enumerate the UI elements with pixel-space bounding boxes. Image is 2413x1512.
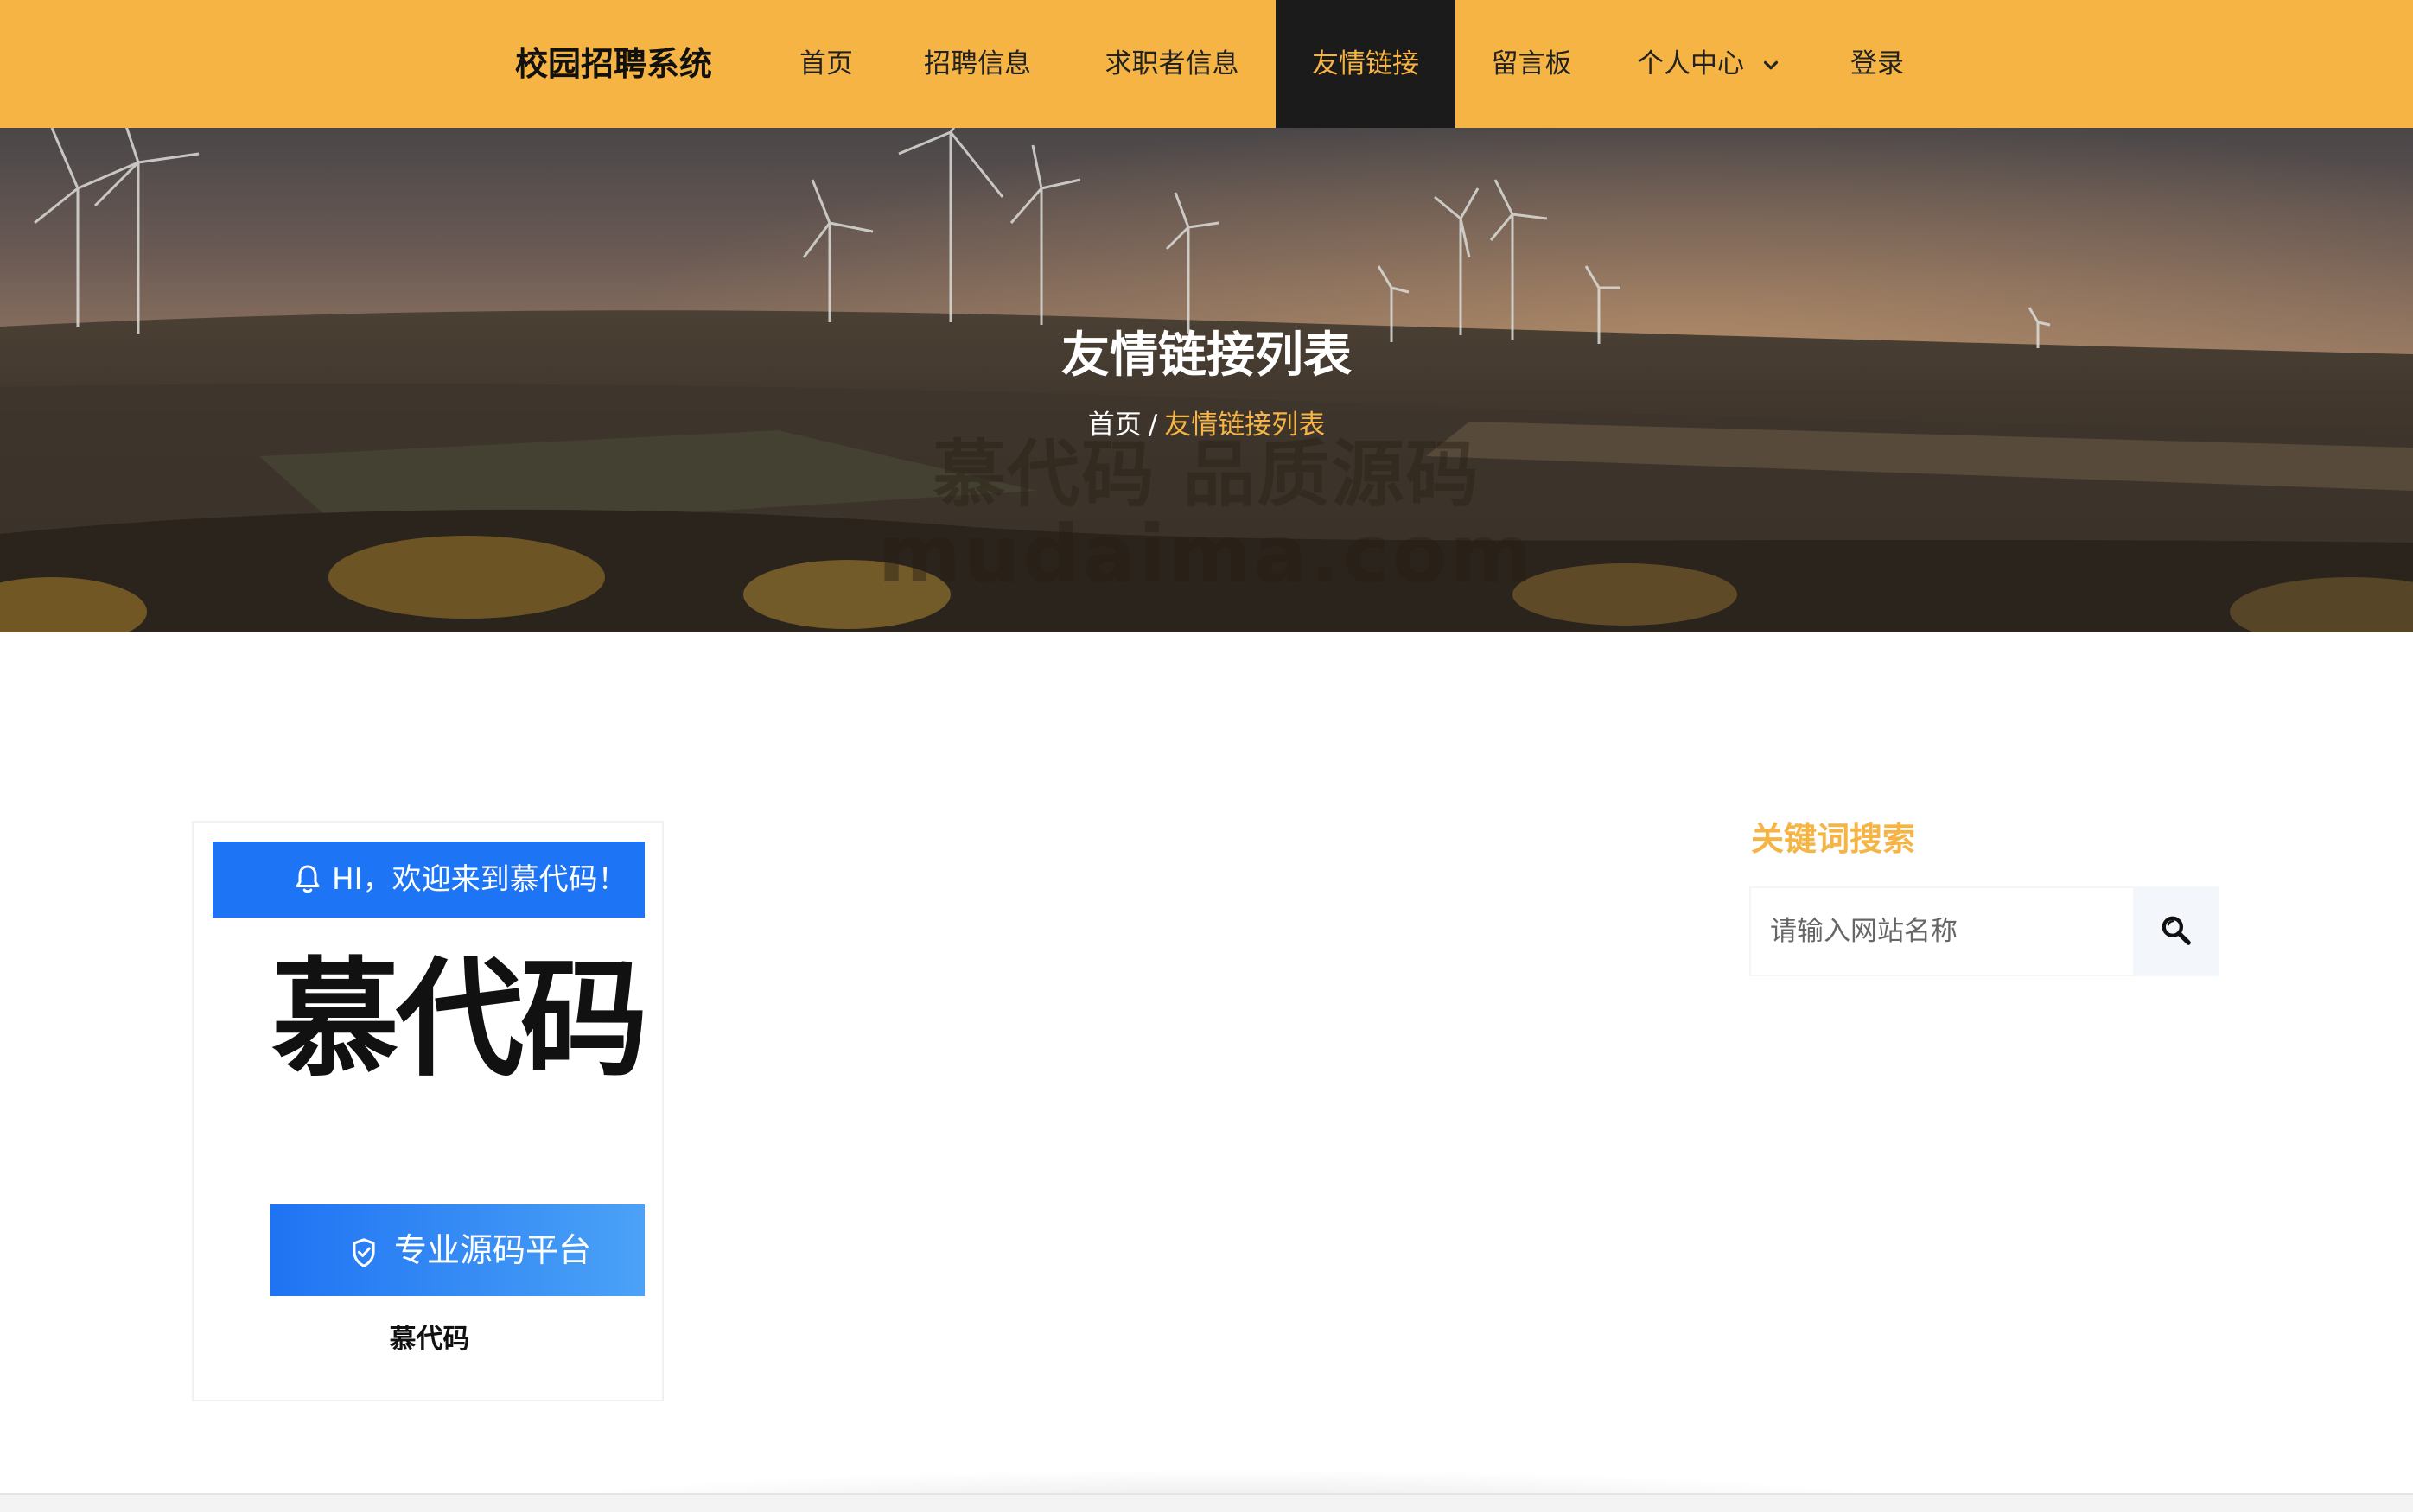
nav-item-label: 登录 xyxy=(1850,48,1904,79)
bell-icon xyxy=(296,865,320,893)
footer-edge xyxy=(0,1493,2413,1512)
nav-item-personal-center[interactable]: 个人中心 xyxy=(1630,0,1787,128)
nav-item-label: 求职者信息 xyxy=(1105,48,1239,79)
nav-item-label: 留言板 xyxy=(1491,48,1572,79)
nav-item-label: 个人中心 xyxy=(1637,48,1745,79)
nav-item-label: 招聘信息 xyxy=(924,48,1031,79)
watermark-line-2: mudaima.com xyxy=(877,508,1536,600)
slogan-banner: 专业源码平台 xyxy=(270,1204,645,1296)
friend-link-image[interactable]: HI，欢迎来到慕代码！ 慕代码 专业源码平台 xyxy=(213,842,645,1296)
chevron-down-icon xyxy=(1763,60,1778,69)
site-brand[interactable]: 校园招聘系统 xyxy=(515,0,712,128)
slogan-text: 专业源码平台 xyxy=(394,1231,592,1269)
friend-link-card[interactable]: HI，欢迎来到慕代码！ 慕代码 专业源码平台 慕代码 xyxy=(192,821,664,1401)
search-input[interactable] xyxy=(1749,886,2133,976)
search-icon xyxy=(2162,916,2191,945)
watermark-line-1: 慕代码 品质源码 xyxy=(933,432,1480,517)
page-title: 友情链接列表 xyxy=(1061,327,1352,384)
welcome-text: HI，欢迎来到慕代码！ xyxy=(332,862,627,897)
nav-item-label: 首页 xyxy=(799,48,853,79)
nav-item-friend-links[interactable]: 友情链接 xyxy=(1276,0,1455,128)
logo-wordmark: 慕代码 xyxy=(271,945,645,1094)
hero-banner: 友情链接列表 首页 / 友情链接列表 慕代码 品质源码 mudaima.com xyxy=(0,128,2413,632)
shield-check-icon xyxy=(353,1238,375,1267)
welcome-banner: HI，欢迎来到慕代码！ xyxy=(213,842,645,918)
search-button[interactable] xyxy=(2133,886,2219,976)
top-navbar: 校园招聘系统 首页 招聘信息 求职者信息 友情链接 留言板 个人中心 登录 xyxy=(0,0,2413,128)
keyword-search-title: 关键词搜索 xyxy=(1751,820,1916,858)
nav-item-login[interactable]: 登录 xyxy=(1836,0,1919,128)
nav-item-message-board[interactable]: 留言板 xyxy=(1473,0,1590,128)
nav-item-jobs[interactable]: 招聘信息 xyxy=(904,0,1051,128)
nav-item-label: 友情链接 xyxy=(1312,48,1419,79)
nav-item-home[interactable]: 首页 xyxy=(778,0,875,128)
nav-item-job-seekers[interactable]: 求职者信息 xyxy=(1084,0,1260,128)
friend-link-name[interactable]: 慕代码 xyxy=(194,1317,665,1356)
